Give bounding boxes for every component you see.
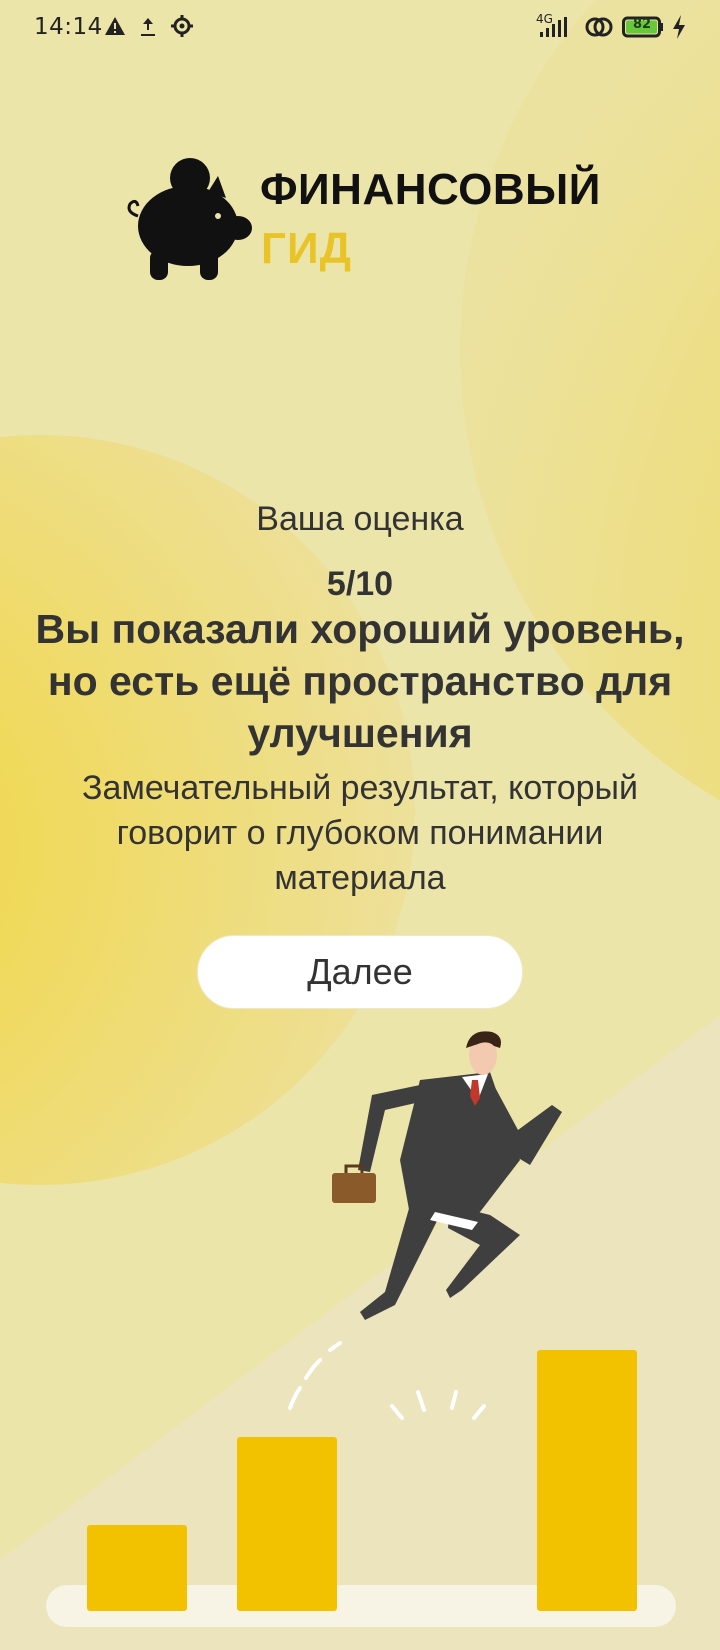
bar-small	[87, 1525, 187, 1611]
status-time: 14:14	[34, 14, 103, 40]
next-button[interactable]: Далее	[197, 935, 523, 1009]
bar-tall	[537, 1350, 637, 1611]
warning-icon	[105, 17, 125, 35]
piggy-bank-icon	[127, 158, 252, 280]
businessman-illustration	[46, 1031, 676, 1627]
result-description: Замечательный результат, который говорит…	[82, 769, 638, 897]
logo-title-line2: ГИД	[261, 224, 352, 273]
result-title: Вы показали хороший уровень, но есть ещё…	[35, 606, 685, 756]
charging-icon	[673, 15, 685, 39]
score-value: 5/10	[326, 565, 394, 603]
score-caption: Ваша оценка	[256, 500, 464, 538]
bar-medium	[237, 1437, 337, 1611]
battery-level: 82	[632, 17, 652, 32]
businessman	[358, 1072, 562, 1320]
signal-icon	[540, 17, 567, 37]
motion-lines	[288, 1341, 486, 1420]
status-bar: 14:14 4G 82	[0, 0, 720, 54]
link-icon	[585, 17, 613, 37]
download-icon	[141, 18, 155, 36]
logo-title-line1: ФИНАНСОВЫЙ	[260, 165, 601, 214]
gear-icon	[171, 15, 193, 37]
